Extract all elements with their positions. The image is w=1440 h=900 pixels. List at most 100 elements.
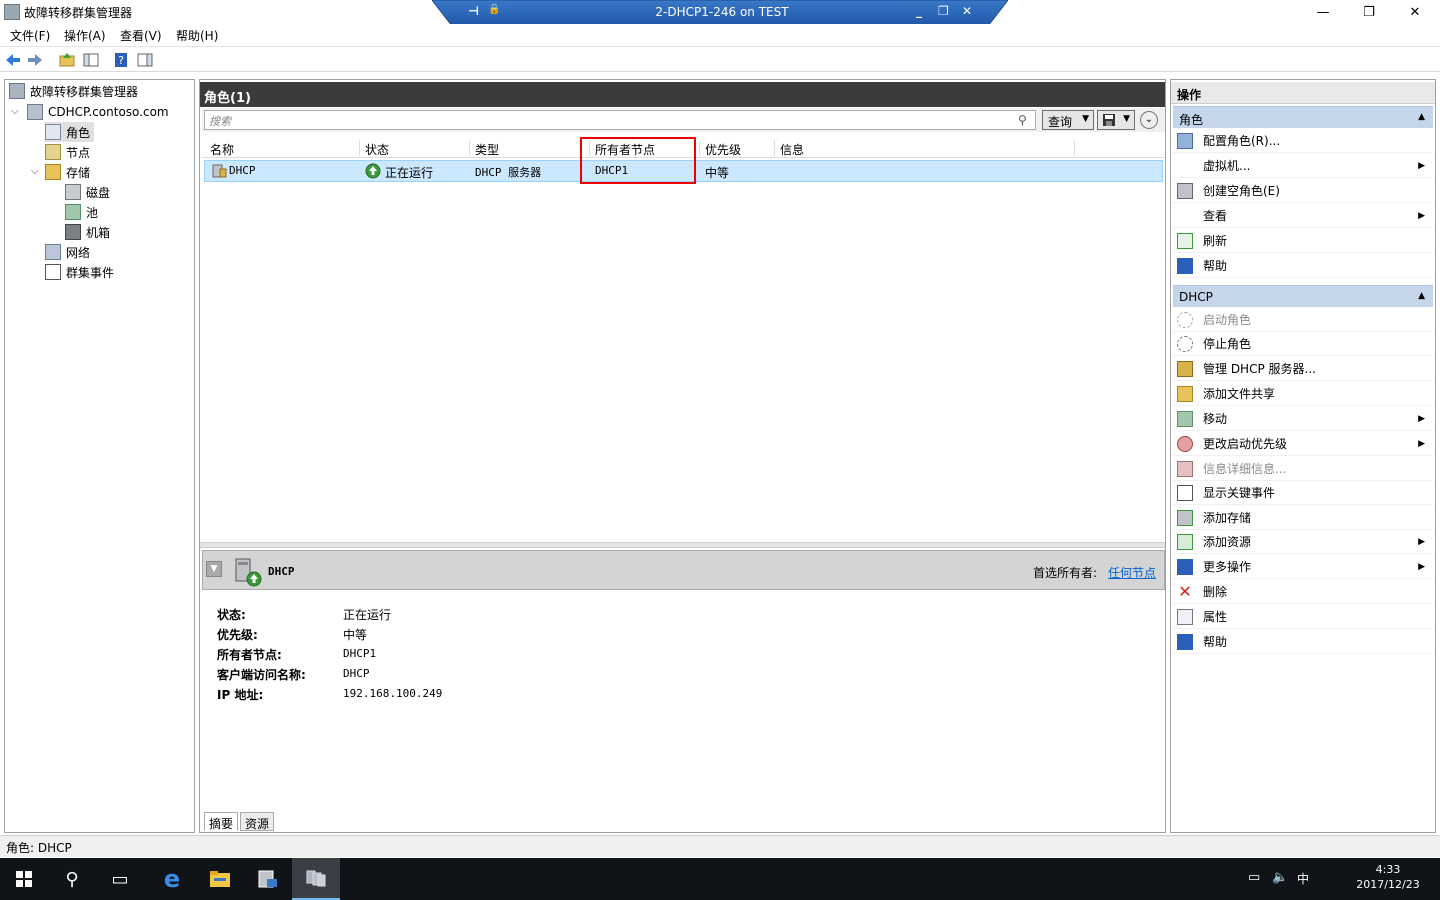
rdp-close-button[interactable]: ✕ <box>962 4 972 18</box>
failover-cluster-manager-taskbar-icon[interactable] <box>292 858 340 900</box>
action-help-roles[interactable]: 帮助 <box>1173 254 1433 278</box>
collapse-up-icon[interactable]: ▲ <box>1418 112 1425 122</box>
tree-item-roles[interactable]: 角色 <box>45 122 95 142</box>
chevron-down-icon[interactable]: ⌵ <box>31 166 39 177</box>
action-delete[interactable]: ✕ 删除 <box>1173 580 1433 604</box>
file-share-icon <box>1177 385 1193 402</box>
menu-action[interactable]: 操作(A) <box>64 27 106 44</box>
column-divider[interactable] <box>1074 140 1075 156</box>
file-explorer-icon[interactable] <box>196 858 244 900</box>
close-button[interactable]: ✕ <box>1392 0 1438 24</box>
action-virtual-machines[interactable]: 虚拟机... ▶ <box>1173 154 1433 178</box>
rdp-connection-bar: ⊣ 🔒 2-DHCP1-246 on TEST _ ❐ ✕ <box>432 0 1008 26</box>
configure-role-icon <box>1177 132 1193 149</box>
actions-section-dhcp[interactable]: DHCP ▲ <box>1173 285 1433 307</box>
tree-item-cluster-events[interactable]: 群集事件 <box>45 262 114 282</box>
maximize-button[interactable]: ❐ <box>1346 0 1392 24</box>
action-change-startup-priority[interactable]: 更改启动优先级 ▶ <box>1173 432 1433 456</box>
tab-summary[interactable]: 摘要 <box>204 812 239 831</box>
rdp-restore-button[interactable]: ❐ <box>938 4 949 18</box>
action-view[interactable]: 查看 ▶ <box>1173 204 1433 228</box>
preferred-owners-link[interactable]: 任何节点 <box>1108 564 1156 581</box>
collapse-up-icon[interactable]: ▲ <box>1418 291 1425 301</box>
action-add-file-share[interactable]: 添加文件共享 <box>1173 382 1433 406</box>
menu-file[interactable]: 文件(F) <box>10 27 50 44</box>
column-header-status[interactable]: 状态 <box>365 141 389 158</box>
tree-item-nodes-label: 节点 <box>66 145 91 160</box>
action-properties[interactable]: 属性 <box>1173 605 1433 629</box>
network-icon[interactable]: ▭ <box>1248 870 1260 885</box>
action-more-actions[interactable]: 更多操作 ▶ <box>1173 555 1433 579</box>
up-folder-icon[interactable] <box>58 51 76 69</box>
internet-explorer-icon[interactable]: e <box>148 858 196 900</box>
chevron-down-icon[interactable]: ▼ <box>206 561 222 577</box>
action-add-resource[interactable]: 添加资源 ▶ <box>1173 530 1433 554</box>
forward-arrow-icon[interactable] <box>26 51 44 69</box>
show-hide-action-pane-icon[interactable] <box>136 51 154 69</box>
column-header-info[interactable]: 信息 <box>780 141 804 158</box>
tree-item-storage[interactable]: 存储 <box>45 162 90 182</box>
actions-section-roles[interactable]: 角色 ▲ <box>1173 106 1433 128</box>
add-resource-icon <box>1177 533 1193 550</box>
action-help-dhcp[interactable]: 帮助 <box>1173 630 1433 654</box>
tree-item-networks[interactable]: 网络 <box>45 242 90 262</box>
tree-root[interactable]: 故障转移群集管理器 <box>9 81 138 101</box>
column-divider[interactable] <box>359 140 360 156</box>
tree-item-cluster[interactable]: CDHCP.contoso.com <box>27 102 169 122</box>
action-label: 更改启动优先级 <box>1203 437 1288 451</box>
action-label: 查看 <box>1203 209 1228 223</box>
tree-item-roles-label: 角色 <box>66 125 91 140</box>
action-move[interactable]: 移动 ▶ <box>1173 407 1433 431</box>
action-manage-dhcp[interactable]: 管理 DHCP 服务器... <box>1173 357 1433 381</box>
pane-splitter[interactable] <box>200 542 1165 548</box>
information-details-icon <box>1177 460 1193 477</box>
tree-item-nodes[interactable]: 节点 <box>45 142 90 162</box>
action-show-critical-events[interactable]: 显示关键事件 <box>1173 481 1433 505</box>
task-view-icon[interactable]: ▭ <box>96 858 144 900</box>
action-refresh[interactable]: 刷新 <box>1173 229 1433 253</box>
clock[interactable]: 4:33 2017/12/23 <box>1340 862 1436 896</box>
action-add-storage[interactable]: 添加存储 <box>1173 506 1433 530</box>
rdp-minimize-button[interactable]: _ <box>916 4 922 18</box>
menu-help[interactable]: 帮助(H) <box>176 27 218 44</box>
search-icon[interactable]: ⚲ <box>1018 113 1027 127</box>
cluster-manager-icon <box>9 83 25 99</box>
action-information-details[interactable]: 信息详细信息... <box>1173 457 1433 481</box>
show-hide-tree-icon[interactable] <box>82 51 100 69</box>
collapse-toggle-icon[interactable]: ⌄ <box>1140 111 1158 129</box>
column-divider[interactable] <box>699 140 700 156</box>
action-start-role[interactable]: 启动角色 <box>1173 308 1433 332</box>
help-icon[interactable]: ? <box>112 51 130 69</box>
detail-role-name: DHCP <box>268 565 295 578</box>
start-button[interactable] <box>0 858 48 900</box>
navigation-tree: 故障转移群集管理器 ⌵ CDHCP.contoso.com 角色 节点 ⌵ 存储… <box>4 79 195 833</box>
ime-indicator[interactable]: 中 <box>1297 870 1309 887</box>
column-header-priority[interactable]: 优先级 <box>705 141 741 158</box>
column-divider[interactable] <box>469 140 470 156</box>
column-header-type[interactable]: 类型 <box>475 141 499 158</box>
action-stop-role[interactable]: 停止角色 <box>1173 332 1433 356</box>
disk-icon <box>65 184 81 200</box>
tree-item-disks[interactable]: 磁盘 <box>65 182 110 202</box>
help-icon <box>1177 257 1193 274</box>
column-header-name[interactable]: 名称 <box>210 141 234 158</box>
chevron-down-icon[interactable]: ⌵ <box>11 106 19 117</box>
action-configure-role[interactable]: 配置角色(R)... <box>1173 129 1433 153</box>
tab-resources[interactable]: 资源 <box>240 812 275 831</box>
pin-icon[interactable]: ⊣ <box>468 4 479 18</box>
tree-item-pools[interactable]: 池 <box>65 202 98 222</box>
server-manager-icon[interactable] <box>244 858 292 900</box>
tree-item-enclosures[interactable]: 机箱 <box>65 222 110 242</box>
search-icon[interactable]: ⚲ <box>48 858 96 900</box>
save-query-button[interactable]: ▼ <box>1097 110 1135 130</box>
menu-view[interactable]: 查看(V) <box>120 27 162 44</box>
minimize-button[interactable]: — <box>1300 0 1346 24</box>
more-actions-icon <box>1177 558 1193 575</box>
windows-logo-icon <box>16 871 32 887</box>
volume-muted-icon[interactable]: 🔈 <box>1272 870 1288 885</box>
column-divider[interactable] <box>774 140 775 156</box>
query-button[interactable]: 查询 ▼ <box>1042 110 1094 130</box>
action-create-empty-role[interactable]: 创建空角色(E) <box>1173 179 1433 203</box>
back-arrow-icon[interactable] <box>4 51 22 69</box>
search-input[interactable]: 搜索 <box>204 110 1036 130</box>
